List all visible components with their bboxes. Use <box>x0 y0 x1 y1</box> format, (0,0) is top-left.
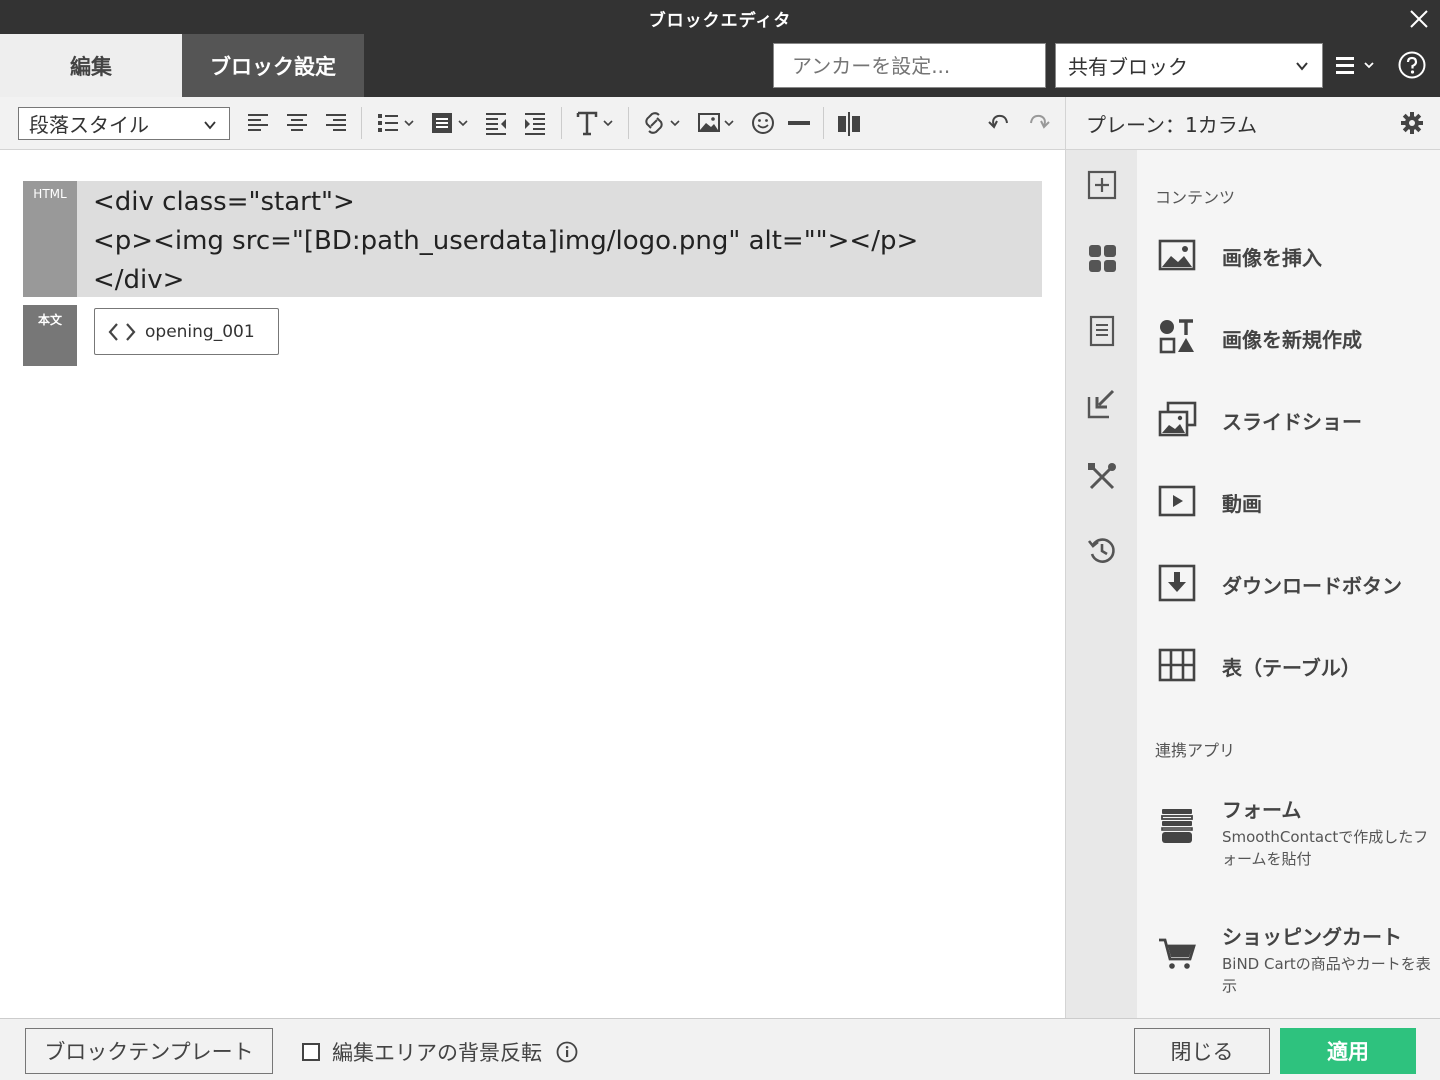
align-left-icon[interactable] <box>246 108 270 138</box>
edit-canvas[interactable]: HTML <div class="start"> <p><img src="[BD… <box>0 150 1065 1018</box>
code-icon <box>108 322 136 341</box>
block-part-name: opening_001 <box>145 321 255 342</box>
window-title: ブロックエディタ <box>648 11 792 31</box>
help-icon[interactable] <box>1397 50 1427 80</box>
section-title-apps: 連携アプリ <box>1155 741 1236 760</box>
history-icon[interactable] <box>1085 533 1119 567</box>
align-right-icon[interactable] <box>324 108 348 138</box>
tab-block-settings[interactable]: ブロック設定 <box>182 34 364 97</box>
slideshow-icon <box>1158 401 1197 437</box>
item-label: ダウンロードボタン <box>1222 574 1402 598</box>
video-item[interactable]: 動画 <box>1137 460 1440 540</box>
slideshow-item[interactable]: スライドショー <box>1137 378 1440 458</box>
html-block[interactable]: HTML <div class="start"> <p><img src="[BD… <box>23 181 1042 297</box>
text-block-tag: 本文 <box>23 305 77 366</box>
invert-label: 編集エリアの背景反転 <box>332 1041 542 1065</box>
block-part-chip[interactable]: opening_001 <box>94 308 279 355</box>
image-icon[interactable] <box>697 108 739 138</box>
block-template-button[interactable]: ブロックテンプレート <box>25 1028 273 1074</box>
item-label: ショッピングカート <box>1222 925 1402 949</box>
tab-bar: 編集 ブロック設定 共有ブロック <box>0 34 1440 97</box>
shared-block-select[interactable]: 共有ブロック <box>1055 43 1323 88</box>
paragraph-style-label: 段落スタイル <box>29 113 149 137</box>
menu-button[interactable] <box>1336 46 1384 84</box>
right-panel-list: コンテンツ 画像を挿入 画像を新規作成 スライドショー 動画 ダウンロードボタン… <box>1137 150 1440 1018</box>
item-label: 画像を挿入 <box>1222 246 1322 270</box>
tab-edit[interactable]: 編集 <box>0 34 182 97</box>
hamburger-icon <box>1336 57 1354 74</box>
toolbar-divider <box>561 107 562 139</box>
item-label: 表（テーブル） <box>1222 656 1361 680</box>
insert-image-item[interactable]: 画像を挿入 <box>1137 214 1440 294</box>
create-image-item[interactable]: 画像を新規作成 <box>1137 296 1440 376</box>
list-icon[interactable] <box>376 108 418 138</box>
table-item[interactable]: 表（テーブル） <box>1137 624 1440 704</box>
footer-bar: ブロックテンプレート 編集エリアの背景反転 閉じる 適用 <box>0 1018 1440 1080</box>
horizontal-rule-icon[interactable] <box>786 108 812 138</box>
html-code[interactable]: <div class="start"> <p><img src="[BD:path… <box>93 183 918 300</box>
document-icon[interactable] <box>1085 314 1119 348</box>
item-description: SmoothContactで作成したフォームを貼付 <box>1222 828 1429 868</box>
chevron-down-icon <box>1296 62 1308 71</box>
outdent-icon[interactable] <box>484 108 508 138</box>
column-split-icon[interactable] <box>836 108 862 138</box>
shapes-icon <box>1159 319 1194 354</box>
emoji-icon[interactable] <box>750 108 776 138</box>
right-panel-rail <box>1065 150 1137 1018</box>
image-icon <box>1158 239 1196 271</box>
paragraph-style-select[interactable]: 段落スタイル <box>18 107 230 140</box>
add-icon[interactable] <box>1085 168 1119 202</box>
download-icon <box>1158 564 1196 602</box>
invert-background-toggle[interactable]: 編集エリアの背景反転 <box>302 1037 578 1067</box>
item-label: フォーム <box>1222 798 1302 822</box>
item-description: BiND Cartの商品やカートを表示 <box>1222 955 1431 995</box>
right-panel-header: プレーン：1カラム <box>1065 97 1440 150</box>
video-icon <box>1158 485 1196 517</box>
table-icon <box>1158 648 1196 682</box>
link-icon[interactable] <box>643 108 685 138</box>
redo-icon[interactable] <box>1025 108 1053 138</box>
title-bar: ブロックエディタ <box>0 0 1440 34</box>
apply-button[interactable]: 適用 <box>1280 1028 1416 1074</box>
toolbar-divider <box>823 107 824 139</box>
download-button-item[interactable]: ダウンロードボタン <box>1137 542 1440 622</box>
block-format-icon[interactable] <box>430 108 472 138</box>
close-button[interactable]: 閉じる <box>1134 1028 1270 1074</box>
editor-toolbar: 段落スタイル <box>0 97 1065 150</box>
cart-icon <box>1159 938 1196 969</box>
section-title-contents: コンテンツ <box>1155 188 1236 207</box>
toolbar-divider <box>628 107 629 139</box>
close-icon[interactable] <box>1404 4 1434 34</box>
parts-grid-icon[interactable] <box>1085 241 1119 275</box>
gear-icon[interactable] <box>1400 111 1424 135</box>
import-icon[interactable] <box>1085 387 1119 421</box>
invert-checkbox[interactable] <box>302 1043 320 1061</box>
undo-icon[interactable] <box>985 108 1013 138</box>
align-center-icon[interactable] <box>285 108 309 138</box>
text-style-icon[interactable] <box>576 108 618 138</box>
shared-block-label: 共有ブロック <box>1068 55 1188 79</box>
info-icon[interactable] <box>556 1041 578 1063</box>
indent-icon[interactable] <box>523 108 547 138</box>
toolbar-divider <box>361 107 362 139</box>
html-block-tag: HTML <box>23 181 77 297</box>
shopping-cart-item[interactable]: ショッピングカート BiND Cartの商品やカートを表示 <box>1137 917 1440 1017</box>
chevron-down-icon <box>1364 62 1374 69</box>
tools-icon[interactable] <box>1085 460 1119 494</box>
form-icon <box>1161 809 1193 843</box>
anchor-input[interactable] <box>773 43 1046 88</box>
chevron-down-icon <box>204 121 216 130</box>
layout-title: プレーン：1カラム <box>1086 113 1258 137</box>
item-label: スライドショー <box>1222 410 1362 434</box>
item-label: 画像を新規作成 <box>1222 328 1362 352</box>
form-item[interactable]: フォーム SmoothContactで作成したフォームを貼付 <box>1137 790 1440 890</box>
item-label: 動画 <box>1222 492 1262 516</box>
